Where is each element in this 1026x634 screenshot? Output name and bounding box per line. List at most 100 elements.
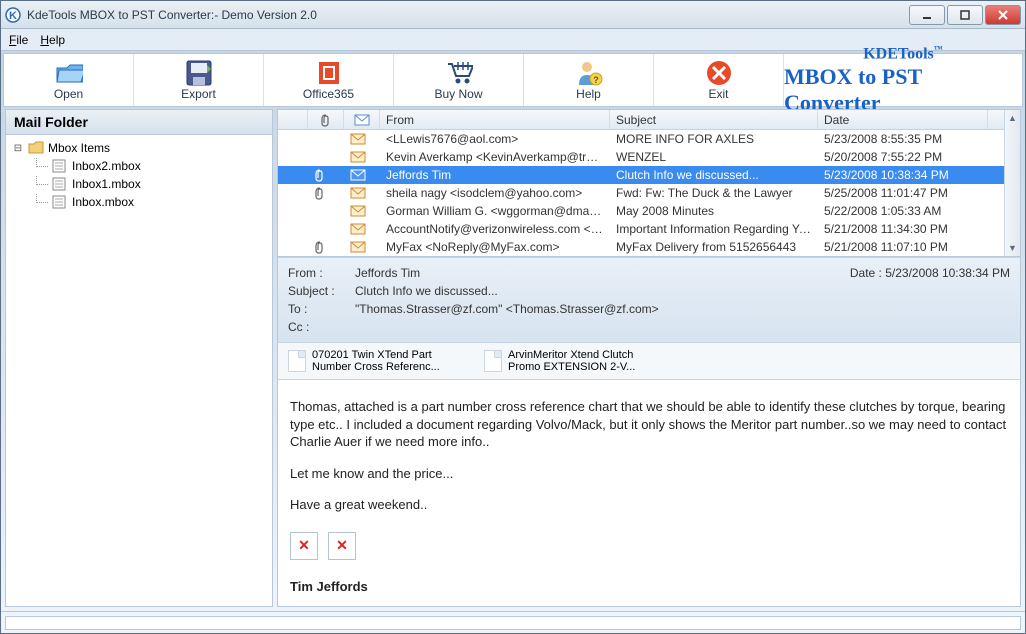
table-row[interactable]: <LLewis7676@aol.com>MORE INFO FOR AXLES5… xyxy=(278,130,1004,148)
row-attachment-icon xyxy=(308,186,344,200)
content: From Subject Date <LLewis7676@aol.com>MO… xyxy=(277,109,1021,607)
cart-icon xyxy=(445,59,473,87)
menu-file[interactable]: File xyxy=(9,33,28,47)
preview-header: From : Jeffords Tim Date : 5/23/2008 10:… xyxy=(278,257,1020,343)
row-from: AccountNotify@verizonwireless.com <eAcco… xyxy=(380,222,610,236)
from-label: From : xyxy=(288,266,343,280)
row-subject: MyFax Delivery from 5152656443 xyxy=(610,240,818,254)
attachment-item[interactable]: 070201 Twin XTend Part Number Cross Refe… xyxy=(288,349,468,373)
row-date: 5/20/2008 7:55:22 PM xyxy=(818,150,988,164)
app-icon: K xyxy=(5,7,21,23)
row-envelope-icon xyxy=(344,187,380,199)
open-button[interactable]: Open xyxy=(4,54,134,106)
tree-item[interactable]: Inbox.mbox xyxy=(12,193,266,211)
tree-item-label: Inbox2.mbox xyxy=(72,159,141,173)
row-envelope-icon xyxy=(344,223,380,235)
window-controls xyxy=(909,5,1021,25)
table-row[interactable]: Kevin Averkamp <KevinAverkamp@truckcount… xyxy=(278,148,1004,166)
grid-scrollbar[interactable]: ▲ ▼ xyxy=(1004,110,1020,256)
office365-button[interactable]: Office365 xyxy=(264,54,394,106)
titlebar[interactable]: K KdeTools MBOX to PST Converter:- Demo … xyxy=(1,1,1025,29)
scroll-up-icon[interactable]: ▲ xyxy=(1005,110,1020,126)
row-date: 5/23/2008 8:55:35 PM xyxy=(818,132,988,146)
main-area: Mail Folder ⊟ Mbox Items Inbox2.mbox Inbo… xyxy=(5,109,1021,607)
menu-help[interactable]: Help xyxy=(40,33,65,47)
broken-images: ✕ ✕ xyxy=(290,532,1008,560)
table-row[interactable]: MyFax <NoReply@MyFax.com>MyFax Delivery … xyxy=(278,238,1004,256)
row-subject: Important Information Regarding Yo... xyxy=(610,222,818,236)
mail-grid-wrap: From Subject Date <LLewis7676@aol.com>MO… xyxy=(278,110,1020,257)
maximize-button[interactable] xyxy=(947,5,983,25)
row-date: 5/25/2008 11:01:47 PM xyxy=(818,186,988,200)
export-button[interactable]: Export xyxy=(134,54,264,106)
row-from: <LLewis7676@aol.com> xyxy=(380,132,610,146)
tree-item-label: Inbox1.mbox xyxy=(72,177,141,191)
progress-bar xyxy=(5,616,1021,630)
paperclip-icon xyxy=(320,113,332,127)
grid-header: From Subject Date xyxy=(278,110,1004,130)
row-attachment-icon xyxy=(308,240,344,254)
buynow-button[interactable]: Buy Now xyxy=(394,54,524,106)
tree-root-label: Mbox Items xyxy=(48,141,110,155)
row-date: 5/23/2008 10:38:34 PM xyxy=(818,168,988,182)
attachment-item[interactable]: ArvinMeritor Xtend Clutch Promo EXTENSIO… xyxy=(484,349,664,373)
broken-image-icon: ✕ xyxy=(328,532,356,560)
tree-item-label: Inbox.mbox xyxy=(72,195,134,209)
signature: Tim Jeffords xyxy=(290,578,1008,596)
header-envelope xyxy=(344,110,380,129)
envelope-icon xyxy=(354,114,370,126)
table-row[interactable]: sheila nagy <isodclem@yahoo.com>Fwd: Fw:… xyxy=(278,184,1004,202)
row-subject: Clutch Info we discussed... xyxy=(610,168,818,182)
row-date: 5/21/2008 11:34:30 PM xyxy=(818,222,988,236)
cc-label: Cc : xyxy=(288,320,343,334)
statusbar xyxy=(1,611,1025,633)
folder-tree: ⊟ Mbox Items Inbox2.mbox Inbox1.mbox Inbox… xyxy=(6,135,272,606)
row-subject: WENZEL xyxy=(610,150,818,164)
row-subject: MORE INFO FOR AXLES xyxy=(610,132,818,146)
tree-item[interactable]: Inbox2.mbox xyxy=(12,157,266,175)
row-envelope-icon xyxy=(344,133,380,145)
sidebar-header: Mail Folder xyxy=(6,110,272,135)
mbox-file-icon xyxy=(52,177,68,191)
close-button[interactable] xyxy=(985,5,1021,25)
scroll-down-icon[interactable]: ▼ xyxy=(1005,240,1020,256)
broken-image-icon: ✕ xyxy=(290,532,318,560)
exit-button[interactable]: Exit xyxy=(654,54,784,106)
minimize-button[interactable] xyxy=(909,5,945,25)
subject-value: Clutch Info we discussed... xyxy=(355,284,1010,298)
row-envelope-icon xyxy=(344,241,380,253)
toolbar: Open Export Office365 Buy Now ? Help Exi… xyxy=(3,53,1023,107)
tree-item[interactable]: Inbox1.mbox xyxy=(12,175,266,193)
row-from: sheila nagy <isodclem@yahoo.com> xyxy=(380,186,610,200)
exit-icon xyxy=(705,59,733,87)
header-subject[interactable]: Subject xyxy=(610,110,818,129)
table-row[interactable]: Gorman William G. <wggorman@dmacc.edu>Ma… xyxy=(278,202,1004,220)
header-from[interactable]: From xyxy=(380,110,610,129)
mail-grid: From Subject Date <LLewis7676@aol.com>MO… xyxy=(278,110,1004,256)
sidebar: Mail Folder ⊟ Mbox Items Inbox2.mbox Inbo… xyxy=(5,109,273,607)
row-subject: Fwd: Fw: The Duck & the Lawyer xyxy=(610,186,818,200)
window-title: KdeTools MBOX to PST Converter:- Demo Ve… xyxy=(27,8,909,22)
row-envelope-icon xyxy=(344,151,380,163)
office365-icon xyxy=(315,59,343,87)
collapse-icon[interactable]: ⊟ xyxy=(12,143,24,154)
row-date: 5/22/2008 1:05:33 AM xyxy=(818,204,988,218)
mail-body[interactable]: Thomas, attached is a part number cross … xyxy=(278,380,1020,606)
to-label: To : xyxy=(288,302,343,316)
help-button[interactable]: ? Help xyxy=(524,54,654,106)
mbox-file-icon xyxy=(52,195,68,209)
table-row[interactable]: AccountNotify@verizonwireless.com <eAcco… xyxy=(278,220,1004,238)
svg-text:?: ? xyxy=(593,75,599,85)
row-date: 5/21/2008 11:07:10 PM xyxy=(818,240,988,254)
document-icon xyxy=(484,350,502,372)
attachment-label: 070201 Twin XTend Part Number Cross Refe… xyxy=(312,349,468,373)
attachments-bar: 070201 Twin XTend Part Number Cross Refe… xyxy=(278,343,1020,380)
svg-text:K: K xyxy=(9,10,17,22)
from-value: Jeffords Tim xyxy=(355,266,838,280)
tree-root[interactable]: ⊟ Mbox Items xyxy=(12,139,266,157)
help-user-icon: ? xyxy=(575,59,603,87)
table-row[interactable]: Jeffords TimClutch Info we discussed...5… xyxy=(278,166,1004,184)
subject-label: Subject : xyxy=(288,284,343,298)
header-date[interactable]: Date xyxy=(818,110,988,129)
row-envelope-icon xyxy=(344,169,380,181)
